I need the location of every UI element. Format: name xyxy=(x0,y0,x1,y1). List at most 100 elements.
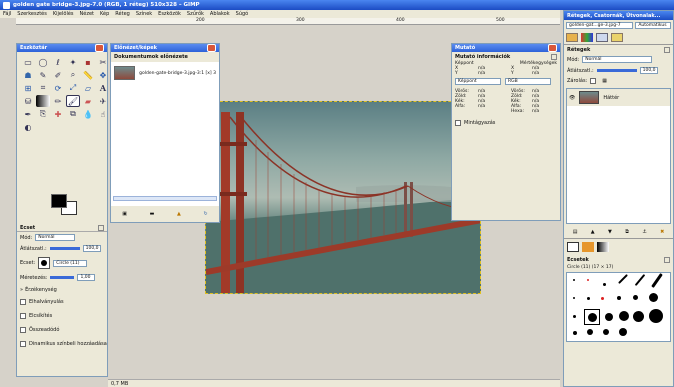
brush-item[interactable] xyxy=(633,295,638,300)
heal-icon[interactable]: ✚ xyxy=(51,108,65,120)
brush-item[interactable] xyxy=(649,293,658,302)
brush-item[interactable] xyxy=(617,296,621,300)
menu-help[interactable]: Súgó xyxy=(236,11,249,17)
eye-icon[interactable]: 👁 xyxy=(569,95,575,101)
blend-icon[interactable] xyxy=(36,95,50,107)
paths-tab-icon[interactable] xyxy=(596,33,608,42)
layers-tab-icon[interactable] xyxy=(566,33,578,42)
pencil-icon[interactable]: ✏ xyxy=(51,95,65,107)
image-canvas[interactable] xyxy=(205,101,481,294)
delete-icon[interactable]: ▲ xyxy=(177,211,181,217)
color-picker-icon[interactable]: ✐ xyxy=(51,69,65,81)
layer-opacity-slider[interactable] xyxy=(596,69,637,72)
airbrush-icon[interactable]: ✈ xyxy=(96,95,110,107)
expand-icon[interactable]: » xyxy=(20,287,23,293)
foreground-color-swatch[interactable] xyxy=(51,194,67,208)
tool-options-menu-icon[interactable] xyxy=(98,224,104,231)
dodge-icon[interactable]: ◐ xyxy=(21,121,35,133)
brush-item[interactable] xyxy=(573,331,577,335)
brush-item[interactable] xyxy=(587,279,589,281)
move-icon[interactable]: ✥ xyxy=(96,69,110,81)
image-selector[interactable]: golden-gat...ge-3.jpg-7 xyxy=(566,22,634,29)
pointer-menu-icon[interactable] xyxy=(551,53,557,60)
brush-item[interactable] xyxy=(573,315,576,318)
paths-icon[interactable]: ✎ xyxy=(36,69,50,81)
eraser-icon[interactable]: ▰ xyxy=(81,95,95,107)
brush-item[interactable] xyxy=(603,329,609,335)
jitter-checkbox[interactable] xyxy=(20,313,26,319)
menu-filters[interactable]: Szűrők xyxy=(187,11,204,17)
mode-select[interactable]: Normál xyxy=(35,234,76,241)
fade-checkbox[interactable] xyxy=(20,299,26,305)
opacity-value[interactable]: 100,0 xyxy=(82,245,101,252)
gradients-tab-icon[interactable] xyxy=(597,242,609,252)
brush-item[interactable] xyxy=(601,297,604,300)
perspective-clone-icon[interactable]: ⧉ xyxy=(66,108,80,120)
new-layer-icon[interactable]: ▤ xyxy=(573,229,578,235)
rect-select-icon[interactable]: ▭ xyxy=(21,56,35,68)
menu-windows[interactable]: Ablakok xyxy=(210,11,230,17)
anchor-layer-icon[interactable]: ⚓ xyxy=(642,229,646,235)
brushes-menu-icon[interactable] xyxy=(664,257,670,263)
pointer-title-bar[interactable]: Mutató xyxy=(452,44,560,52)
brush-item[interactable] xyxy=(619,328,627,336)
align-icon[interactable]: ⊞ xyxy=(21,82,35,94)
brush-grid[interactable] xyxy=(566,272,671,342)
toolbox-title-bar[interactable]: Eszköztár xyxy=(17,44,107,52)
shear-icon[interactable]: ▱ xyxy=(81,82,95,94)
new-display-icon[interactable]: ▬ xyxy=(150,211,155,217)
brush-item[interactable] xyxy=(649,309,663,323)
undo-tab-icon[interactable] xyxy=(611,33,623,42)
smudge-icon[interactable]: ☝ xyxy=(96,108,110,120)
menu-edit[interactable]: Szerkesztés xyxy=(17,11,47,17)
brush-item[interactable] xyxy=(633,311,644,322)
brushes-tab-icon[interactable] xyxy=(567,242,579,252)
brush-item[interactable] xyxy=(573,279,575,281)
brush-item[interactable] xyxy=(587,329,593,335)
brush-item[interactable] xyxy=(634,273,646,287)
right-dock-title-bar[interactable]: Rétegek, Csatornák, Útvonalak... xyxy=(564,11,673,20)
menu-select[interactable]: Kijelölés xyxy=(53,11,74,17)
brush-item[interactable] xyxy=(587,297,590,300)
paintbrush-icon[interactable]: 🖌 xyxy=(66,95,80,107)
pixel-mode-select[interactable]: Képpont xyxy=(455,78,501,85)
close-icon[interactable] xyxy=(548,44,557,52)
menu-view[interactable]: Nézet xyxy=(80,11,94,17)
close-icon[interactable] xyxy=(207,44,216,52)
raise-layer-icon[interactable]: ▲ xyxy=(591,229,595,235)
zoom-icon[interactable]: ⌕ xyxy=(66,69,80,81)
scissors-icon[interactable]: ✂ xyxy=(96,56,110,68)
layer-row[interactable]: 👁 Háttér xyxy=(567,89,670,106)
images-title-bar[interactable]: Előnézet/képek xyxy=(111,44,219,52)
menu-colors[interactable]: Színek xyxy=(136,11,152,17)
close-icon[interactable] xyxy=(95,44,104,52)
channels-tab-icon[interactable] xyxy=(581,33,593,42)
menu-image[interactable]: Kép xyxy=(100,11,109,17)
brush-item[interactable] xyxy=(573,297,575,299)
lower-layer-icon[interactable]: ▼ xyxy=(608,229,612,235)
raise-image-icon[interactable]: ▣ xyxy=(122,211,127,217)
top-ruler[interactable]: 200 300 400 500 xyxy=(16,18,560,25)
lock-alpha-checkbox[interactable] xyxy=(590,78,597,84)
horizontal-scrollbar[interactable] xyxy=(113,196,217,201)
crop-icon[interactable]: ⌗ xyxy=(36,82,50,94)
color-gradient-checkbox[interactable] xyxy=(20,341,26,347)
layer-opacity-value[interactable]: 100,0 xyxy=(639,67,658,74)
brush-item[interactable] xyxy=(618,274,628,284)
scale-value[interactable]: 1,00 xyxy=(77,274,96,281)
auto-button[interactable]: Automatikus xyxy=(635,22,671,29)
clone-icon[interactable]: ⎘ xyxy=(36,108,50,120)
menu-file[interactable]: Fájl xyxy=(3,11,11,17)
text-icon[interactable]: A xyxy=(96,82,110,94)
bucket-icon[interactable]: ⛁ xyxy=(21,95,35,107)
by-color-icon[interactable]: ▪ xyxy=(81,56,95,68)
menu-tools[interactable]: Eszközök xyxy=(158,11,181,17)
image-list-item[interactable]: golden-gate-bridge-3.jpg-3:1 [x] 3 xyxy=(111,62,219,84)
ink-icon[interactable]: ✒ xyxy=(21,108,35,120)
sample-merged-checkbox[interactable] xyxy=(455,120,461,126)
opacity-slider[interactable] xyxy=(49,247,80,250)
layer-name[interactable]: Háttér xyxy=(603,95,619,101)
delete-layer-icon[interactable]: ✖ xyxy=(660,229,664,235)
blur-icon[interactable]: 💧 xyxy=(81,108,95,120)
option-pressure[interactable]: Érzékenység xyxy=(25,287,57,293)
